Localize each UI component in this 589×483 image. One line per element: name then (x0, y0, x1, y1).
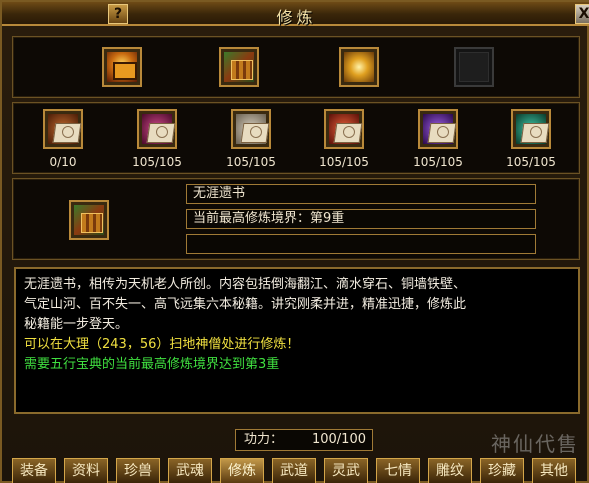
skill-book-scroll-icon[interactable] (418, 109, 458, 149)
cultivation-window: ? 修炼 X 0/10 105/105 105/105 105/105 105/… (0, 0, 589, 483)
close-button[interactable]: X (575, 4, 589, 24)
power-value: 100/100 (311, 432, 366, 447)
green-chest-icon[interactable] (219, 47, 259, 87)
description-box: 无涯遗书，相传为天机老人所创。内容包括倒海翻江、滴水穿石、铜墙铁壁、 气定山河、… (14, 267, 580, 414)
selected-chest-icon[interactable] (69, 200, 109, 240)
skill-book-scroll-icon[interactable] (43, 109, 83, 149)
skill-book-count: 105/105 (319, 155, 369, 169)
description-line: 气定山河、百不失一、高飞远集六本秘籍。讲究刚柔并进，精准迅捷，修炼此 (24, 297, 467, 312)
tab-equipment[interactable]: 装备 (12, 458, 56, 483)
window-title: 修炼 (276, 8, 317, 27)
requirement-text: 需要五行宝典的当前最高修炼境界达到第3重 (24, 357, 280, 372)
realm-field: 当前最高修炼境界：第9重 (186, 209, 536, 229)
watermark-text: 神仙代售 (491, 432, 579, 456)
title-bar[interactable]: ? 修炼 X (2, 2, 589, 27)
tab-profile[interactable]: 资料 (64, 458, 108, 483)
item-name-field: 无涯遗书 (186, 184, 536, 204)
gold-book-icon[interactable] (102, 47, 142, 87)
skill-book-count: 105/105 (506, 155, 556, 169)
tab-collection[interactable]: 珍藏 (480, 458, 524, 483)
treasure-pile-icon[interactable] (339, 47, 379, 87)
location-text: 可以在大理（243，56）扫地神僧处进行修炼！ (24, 337, 300, 352)
tab-emotions[interactable]: 七情 (376, 458, 420, 483)
skill-book-count: 105/105 (132, 155, 182, 169)
description-line: 无涯遗书，相传为天机老人所创。内容包括倒海翻江、滴水穿石、铜墙铁壁、 (24, 277, 467, 292)
skill-book-count: 0/10 (49, 155, 77, 169)
skill-book-count: 105/105 (413, 155, 463, 169)
tab-martial-soul[interactable]: 武魂 (168, 458, 212, 483)
skill-book-scroll-icon[interactable] (137, 109, 177, 149)
description-line: 秘籍能一步登天。 (24, 317, 129, 332)
power-label: 功力： (244, 432, 284, 447)
tab-engraving[interactable]: 雕纹 (428, 458, 472, 483)
top-items-panel (12, 36, 580, 98)
empty-slot-icon[interactable] (454, 47, 494, 87)
tab-spirit-weapon[interactable]: 灵武 (324, 458, 368, 483)
power-display: 功力： 100/100 (235, 429, 373, 451)
tab-bar: 装备 资料 珍兽 武魂 修炼 武道 灵武 七情 雕纹 珍藏 其他 (12, 458, 588, 483)
skill-book-count: 105/105 (226, 155, 276, 169)
skill-book-scroll-icon[interactable] (511, 109, 551, 149)
skill-book-scroll-icon[interactable] (231, 109, 271, 149)
tab-other[interactable]: 其他 (532, 458, 576, 483)
skill-book-scroll-icon[interactable] (324, 109, 364, 149)
tab-martial-way[interactable]: 武道 (272, 458, 316, 483)
tab-cultivation[interactable]: 修炼 (220, 458, 264, 483)
tab-pets[interactable]: 珍兽 (116, 458, 160, 483)
empty-field (186, 234, 536, 254)
